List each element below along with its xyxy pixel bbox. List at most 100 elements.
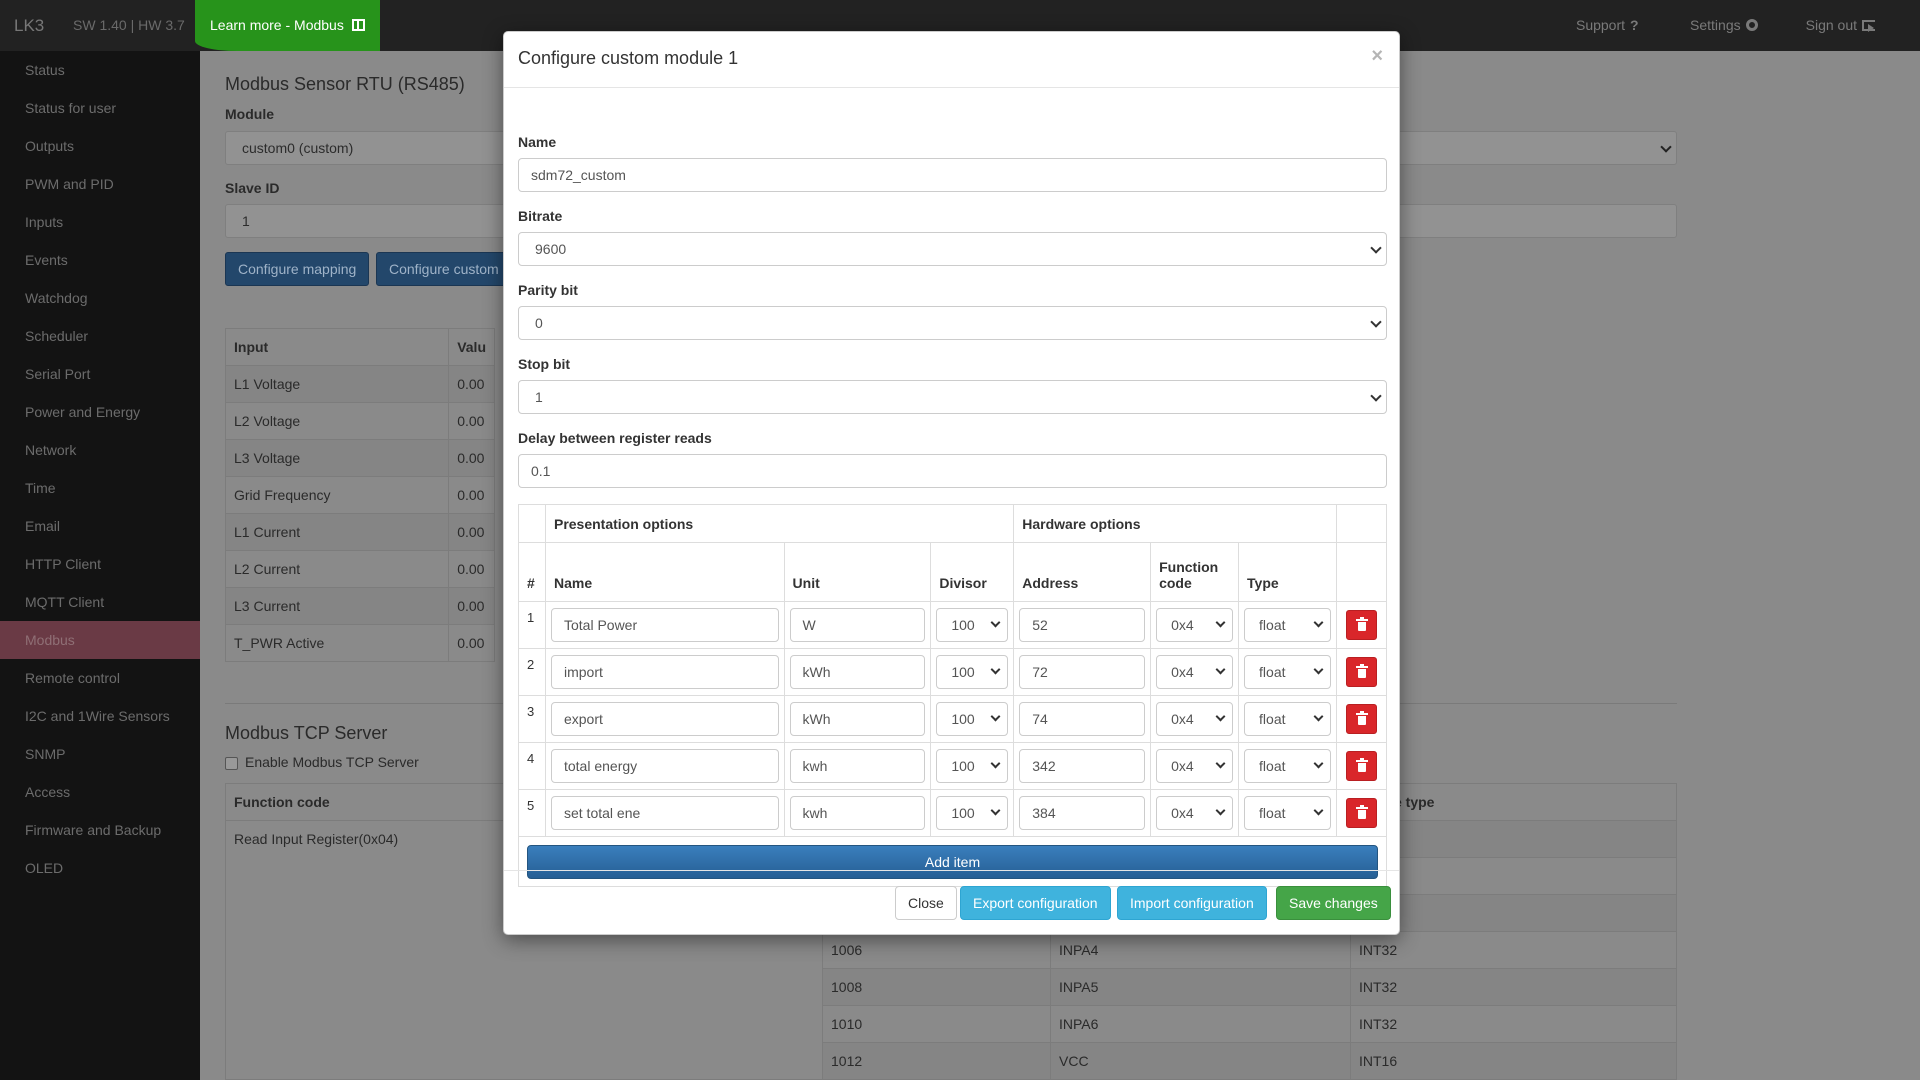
type-value: float	[1259, 711, 1286, 727]
export-configuration-button[interactable]: Export configuration	[960, 886, 1111, 920]
chevron-down-icon	[1215, 758, 1226, 769]
book-icon	[351, 19, 365, 31]
sidebar-item-remote-control[interactable]: Remote control	[0, 659, 200, 697]
item-unit-input[interactable]: kwh	[789, 796, 926, 830]
item-unit-input[interactable]: W	[789, 608, 926, 642]
divisor-select[interactable]: 100	[936, 702, 1009, 736]
function-code-select[interactable]: 0x4	[1156, 749, 1234, 783]
sidebar-item-snmp[interactable]: SNMP	[0, 735, 200, 773]
delete-item-button[interactable]	[1345, 751, 1377, 781]
item-name-input[interactable]: export	[550, 702, 779, 736]
sidebar-item-i2c-1wire[interactable]: I2C and 1Wire Sensors	[0, 697, 200, 735]
sidebar-item-watchdog[interactable]: Watchdog	[0, 279, 200, 317]
sidebar-item-power-and-energy[interactable]: Power and Energy	[0, 393, 200, 431]
sidebar-item-status[interactable]: Status	[0, 51, 200, 89]
item-name-input[interactable]: import	[550, 655, 779, 689]
table-row: 4 total energy kwh 100 342 0x4 float	[518, 742, 1388, 790]
sidebar-item-network[interactable]: Network	[0, 431, 200, 469]
configure-custom-button[interactable]: Configure custom	[376, 252, 506, 286]
divisor-select[interactable]: 100	[936, 796, 1009, 830]
sidebar-item-scheduler[interactable]: Scheduler	[0, 317, 200, 355]
function-code-select[interactable]: 0x4	[1156, 702, 1234, 736]
learn-more-button[interactable]: Learn more - Modbus	[195, 0, 380, 51]
address-input[interactable]: 384	[1019, 796, 1146, 830]
sidebar-item-pwm-and-pid[interactable]: PWM and PID	[0, 165, 200, 203]
sidebar-item-inputs[interactable]: Inputs	[0, 203, 200, 241]
item-name-input[interactable]: Total Power	[550, 608, 779, 642]
function-code-value: 0x4	[1171, 758, 1194, 774]
sidebar-item-mqtt-client[interactable]: MQTT Client	[0, 583, 200, 621]
module-name-input[interactable]: sdm72_custom	[518, 158, 1387, 192]
delete-item-button[interactable]	[1345, 657, 1377, 687]
table-row: 5 set total ene kwh 100 384 0x4 float	[518, 789, 1388, 837]
sign-out-link[interactable]: Sign out	[1806, 17, 1875, 33]
delay-input[interactable]: 0.1	[518, 454, 1387, 488]
parity-bit-select[interactable]: 0	[518, 306, 1387, 340]
sidebar-item-outputs[interactable]: Outputs	[0, 127, 200, 165]
question-icon: ?	[1630, 17, 1639, 33]
sidebar-item-access[interactable]: Access	[0, 773, 200, 811]
brand-logo[interactable]: LK3	[14, 16, 44, 36]
type-select[interactable]: float	[1244, 796, 1331, 830]
item-unit-input[interactable]: kwh	[789, 749, 926, 783]
address-input[interactable]: 74	[1019, 702, 1146, 736]
support-link[interactable]: Support ?	[1576, 17, 1642, 33]
trash-icon	[1355, 664, 1368, 678]
rtu-section-title: Modbus Sensor RTU (RS485)	[225, 74, 465, 94]
chevron-down-icon	[1215, 711, 1226, 722]
item-unit-input[interactable]: kWh	[789, 702, 926, 736]
name-header: Name	[544, 542, 785, 602]
function-code-select[interactable]: 0x4	[1156, 796, 1234, 830]
register-address: 1012	[822, 1042, 1051, 1080]
close-button[interactable]: Close	[895, 886, 957, 920]
delete-item-button[interactable]	[1345, 704, 1377, 734]
divisor-select[interactable]: 100	[936, 655, 1009, 689]
type-select[interactable]: float	[1244, 702, 1331, 736]
type-select[interactable]: float	[1244, 608, 1331, 642]
enable-tcp-checkbox[interactable]	[225, 757, 238, 770]
sidebar-item-firmware-backup[interactable]: Firmware and Backup	[0, 811, 200, 849]
save-changes-button[interactable]: Save changes	[1276, 886, 1391, 920]
parity-bit-value: 0	[535, 315, 543, 331]
delete-item-button[interactable]	[1345, 798, 1377, 828]
type-select[interactable]: float	[1244, 749, 1331, 783]
item-name-input[interactable]: total energy	[550, 749, 779, 783]
sidebar-item-oled[interactable]: OLED	[0, 849, 200, 887]
import-configuration-button[interactable]: Import configuration	[1117, 886, 1267, 920]
function-code-select[interactable]: 0x4	[1156, 608, 1234, 642]
modal-footer: Close Export configuration Import config…	[504, 870, 1399, 936]
input-name: L3 Current	[224, 587, 450, 625]
function-code-select[interactable]: 0x4	[1156, 655, 1234, 689]
configure-mapping-button[interactable]: Configure mapping	[225, 252, 370, 286]
delete-item-button[interactable]	[1345, 610, 1377, 640]
item-name-input[interactable]: set total ene	[550, 796, 779, 830]
type-select[interactable]: float	[1244, 655, 1331, 689]
trash-icon	[1355, 758, 1368, 772]
divisor-select[interactable]: 100	[936, 749, 1009, 783]
divisor-header: Divisor	[930, 542, 1015, 602]
address-input[interactable]: 52	[1019, 608, 1146, 642]
input-name: T_PWR Active	[224, 624, 450, 662]
bitrate-select[interactable]: 9600	[518, 232, 1387, 266]
sidebar-item-modbus[interactable]: Modbus	[0, 621, 200, 659]
sidebar-item-time[interactable]: Time	[0, 469, 200, 507]
sidebar-item-email[interactable]: Email	[0, 507, 200, 545]
divisor-select[interactable]: 100	[936, 608, 1009, 642]
sidebar-item-events[interactable]: Events	[0, 241, 200, 279]
stop-bit-select[interactable]: 1	[518, 380, 1387, 414]
sidebar-item-status-for-user[interactable]: Status for user	[0, 89, 200, 127]
address-input[interactable]: 72	[1019, 655, 1146, 689]
address-input[interactable]: 342	[1019, 749, 1146, 783]
close-icon[interactable]: ×	[1371, 45, 1383, 68]
trash-icon	[1355, 617, 1368, 631]
sidebar-item-http-client[interactable]: HTTP Client	[0, 545, 200, 583]
function-code-value: 0x4	[1171, 617, 1194, 633]
register-address: 1006	[822, 931, 1051, 969]
divisor-value: 100	[951, 617, 975, 633]
sidebar-item-serial-port[interactable]: Serial Port	[0, 355, 200, 393]
register-type: INT32	[1350, 1005, 1677, 1043]
function-code-value: 0x4	[1171, 805, 1194, 821]
settings-link[interactable]: Settings	[1690, 17, 1758, 33]
item-unit-input[interactable]: kWh	[789, 655, 926, 689]
chevron-down-icon	[990, 805, 1001, 816]
